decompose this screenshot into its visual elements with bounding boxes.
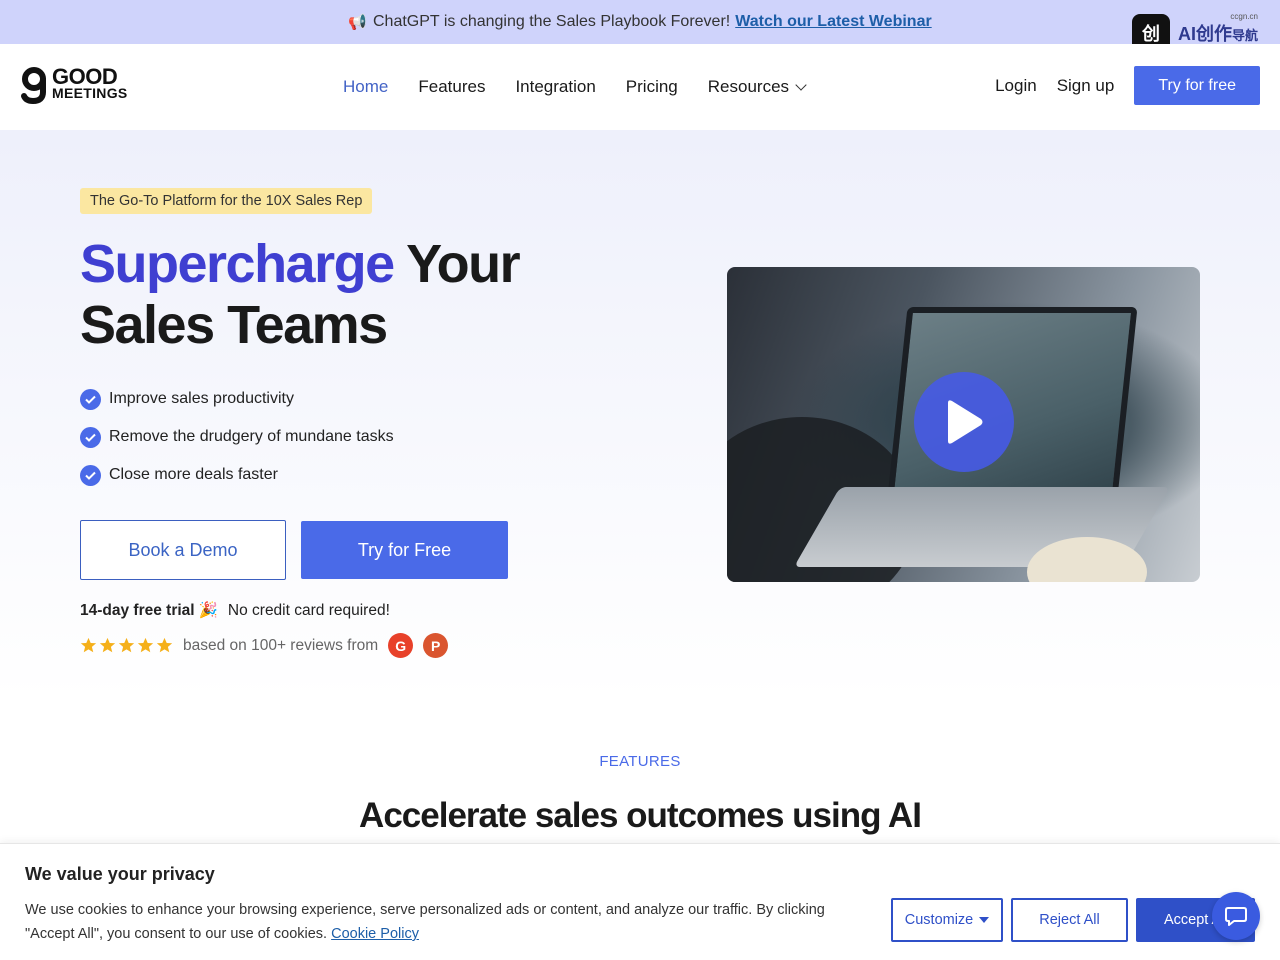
try-free-hero-button[interactable]: Try for Free [301, 521, 508, 579]
cookie-banner: We value your privacy We use cookies to … [0, 843, 1280, 960]
cookie-title: We value your privacy [25, 864, 215, 884]
ai-badge-domain: ccgn.cn [1230, 12, 1258, 21]
nav-resources[interactable]: Resources [707, 77, 807, 97]
nav-resources-label: Resources [707, 77, 790, 96]
ai-badge-label: AI创作导航 ccgn.cn [1177, 12, 1258, 46]
logo-line-2: MEETINGS [52, 85, 128, 101]
benefit-list: Improve sales productivity Remove the dr… [80, 380, 394, 494]
good-meetings-logo[interactable]: GOOD MEETINGS [20, 66, 128, 104]
check-circle-icon [80, 426, 101, 448]
reviews-text: based on 100+ reviews from [183, 636, 379, 654]
check-circle-icon [80, 464, 101, 486]
top-nav: GOOD MEETINGS Home Features Integration … [0, 44, 1280, 130]
signup-link[interactable]: Sign up [1057, 76, 1115, 96]
chat-bubble-icon[interactable] [1212, 892, 1260, 940]
nav-integration[interactable]: Integration [515, 77, 595, 97]
hero-headline: Supercharge Your Sales Teams [80, 234, 521, 356]
customize-button[interactable]: Customize [891, 898, 1003, 942]
g2-logo-icon[interactable]: G [388, 633, 414, 658]
logo-line-1: GOOD [52, 64, 118, 89]
features-title: Accelerate sales outcomes using AI [359, 796, 922, 835]
nav-home[interactable]: Home [343, 77, 388, 97]
megaphone-icon: 📢 [348, 14, 367, 31]
logo-wordmark: GOOD MEETINGS [52, 64, 128, 102]
trial-info: 14-day free trial 🎉 No credit card requi… [80, 601, 390, 620]
reviews-row: based on 100+ reviews from G P [80, 633, 449, 658]
headline-rest: Your [393, 234, 521, 294]
star-icon [156, 637, 173, 653]
announcement-text: ChatGPT is changing the Sales Playbook F… [372, 13, 731, 30]
star-icon [80, 637, 97, 653]
benefit-text: Remove the drudgery of mundane tasks [109, 428, 394, 445]
party-icon: 🎉 [198, 602, 218, 619]
cookie-text: We use cookies to enhance your browsing … [25, 898, 865, 946]
headline-highlight: Supercharge [80, 234, 395, 294]
star-icon [99, 637, 116, 653]
hero-tag: The Go-To Platform for the 10X Sales Rep [80, 188, 373, 214]
benefit-item: Close more deals faster [80, 456, 394, 494]
cookie-policy-link[interactable]: Cookie Policy [331, 926, 419, 942]
benefit-text: Improve sales productivity [109, 390, 294, 407]
logo-g-icon [21, 67, 46, 104]
producthunt-logo-icon[interactable]: P [423, 633, 449, 658]
nav-actions: Login Sign up Try for free [995, 66, 1260, 105]
nav-pricing[interactable]: Pricing [626, 77, 678, 97]
play-icon[interactable] [914, 372, 1014, 472]
caret-down-icon [979, 917, 990, 923]
customize-label: Customize [904, 912, 974, 928]
benefit-item: Remove the drudgery of mundane tasks [80, 418, 394, 456]
check-circle-icon [80, 388, 101, 410]
benefit-text: Close more deals faster [109, 466, 278, 483]
benefit-item: Improve sales productivity [80, 380, 394, 418]
trial-bold: 14-day free trial [80, 601, 195, 619]
webinar-link[interactable]: Watch our Latest Webinar [735, 13, 931, 31]
reject-all-button[interactable]: Reject All [1011, 898, 1128, 942]
ai-badge-sub: 导航 [1231, 28, 1258, 43]
trial-rest: No credit card required! [227, 601, 390, 619]
features-label: FEATURES [599, 753, 681, 770]
announcement-bar: 📢 ChatGPT is changing the Sales Playbook… [0, 0, 1280, 44]
main-menu: Home Features Integration Pricing Resour… [343, 44, 807, 130]
ai-badge-title: AI创作 [1177, 24, 1232, 44]
star-icon [118, 637, 135, 653]
chevron-down-icon [795, 79, 807, 91]
cookie-body: We use cookies to enhance your browsing … [25, 902, 825, 942]
headline-line-2: Sales Teams [80, 295, 388, 355]
rating-stars [80, 637, 173, 654]
hero-video[interactable] [727, 267, 1200, 582]
nav-features[interactable]: Features [418, 77, 485, 97]
login-link[interactable]: Login [995, 76, 1037, 96]
hero-section: The Go-To Platform for the 10X Sales Rep… [0, 130, 1280, 700]
star-icon [137, 637, 154, 653]
try-free-nav-button[interactable]: Try for free [1134, 66, 1260, 105]
book-demo-button[interactable]: Book a Demo [80, 520, 286, 580]
